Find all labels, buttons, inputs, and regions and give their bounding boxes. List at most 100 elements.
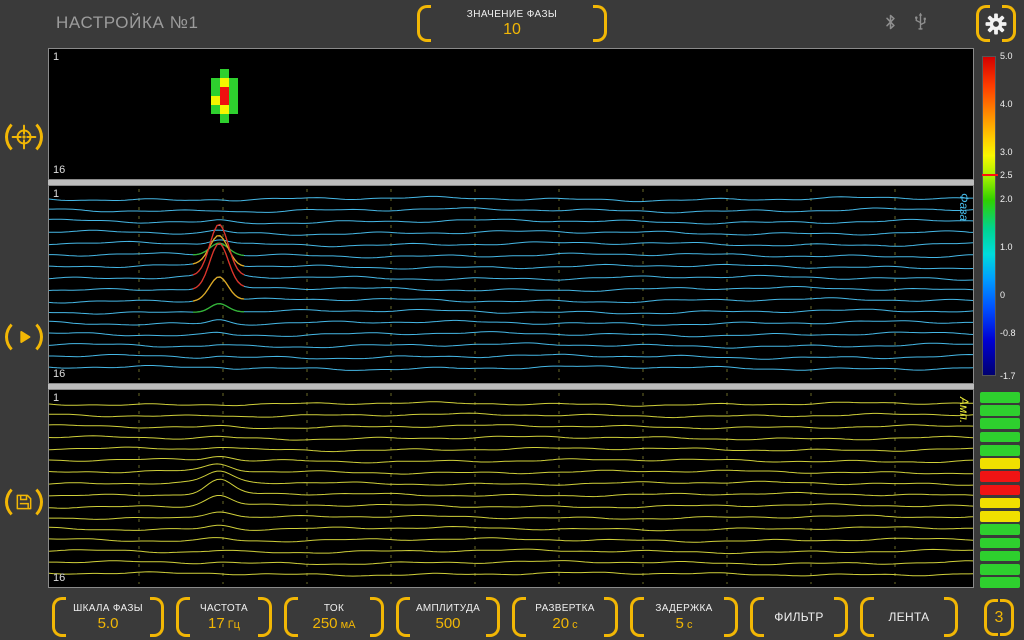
scale-tick-label: -0.8 xyxy=(1000,328,1016,338)
page-number: 3 xyxy=(995,609,1004,627)
bluetooth-icon xyxy=(884,13,897,31)
waveform-trace xyxy=(49,236,973,269)
waveform-peak-highlight xyxy=(193,243,244,255)
amplitude-last-channel: 16 xyxy=(53,573,65,584)
left-toolbar xyxy=(0,46,48,594)
scale-tick-label: -1.7 xyxy=(1000,371,1016,381)
phase-value-label: ЗНАЧЕНИЕ ФАЗЫ xyxy=(467,9,557,20)
scale-tick-label: 5.0 xyxy=(1000,51,1013,61)
heatmap-cell xyxy=(220,87,229,96)
waveform-trace xyxy=(49,413,973,418)
heatmap-first-channel: 1 xyxy=(53,52,59,63)
scale-tick-label: 4.0 xyxy=(1000,99,1013,109)
param-label: РАЗВЕРТКА xyxy=(535,603,594,614)
target-button[interactable] xyxy=(5,118,43,156)
heatmap-cell xyxy=(229,78,238,87)
param-button-frequency[interactable]: ЧАСТОТА17 Гц xyxy=(176,597,272,637)
page-number-button[interactable]: 3 xyxy=(984,599,1014,636)
waveform-trace xyxy=(49,512,973,519)
settings-button[interactable] xyxy=(976,5,1016,42)
color-scale-gradient xyxy=(982,56,996,376)
panels-area: 1 16 1 16 Фаза 1 16 Амп. xyxy=(48,48,974,588)
waveform-trace xyxy=(49,366,973,371)
param-button-current[interactable]: ТОК250 мА xyxy=(284,597,384,637)
phase-last-channel: 16 xyxy=(53,369,65,380)
param-label: ФИЛЬТР xyxy=(774,610,823,624)
scale-marker-line[interactable] xyxy=(982,174,998,176)
amplitude-waveforms xyxy=(49,390,973,587)
waveform-trace xyxy=(49,304,973,314)
param-label: ТОК xyxy=(324,603,344,614)
param-button-amplitude[interactable]: АМПЛИТУДА500 xyxy=(396,597,500,637)
heatmap-cell xyxy=(220,78,229,87)
channel-amplitude-bar xyxy=(980,511,1020,522)
param-button-filter[interactable]: ФИЛЬТР xyxy=(750,597,848,637)
amplitude-axis-label: Амп. xyxy=(957,397,971,423)
heatmap-cell xyxy=(211,87,220,96)
phase-panel[interactable]: 1 16 Фаза xyxy=(48,185,974,384)
waveform-trace xyxy=(49,538,973,543)
waveform-trace xyxy=(49,525,973,530)
play-button[interactable] xyxy=(5,318,43,356)
param-button-phase-scale[interactable]: ШКАЛА ФАЗЫ5.0 xyxy=(52,597,164,637)
waveform-trace xyxy=(49,243,973,258)
waveform-peak-highlight xyxy=(193,304,244,312)
phase-value: 10 xyxy=(503,21,521,39)
heatmap-cell xyxy=(211,78,220,87)
crosshair-icon xyxy=(11,124,37,150)
param-value: 20 с xyxy=(552,615,577,632)
phase-waveforms xyxy=(49,186,973,383)
param-value: 5 с xyxy=(676,615,693,632)
waveform-trace xyxy=(49,208,973,213)
param-label: ЧАСТОТА xyxy=(200,603,248,614)
waveform-trace xyxy=(49,464,973,474)
right-column: 5.04.03.02.52.01.00-0.8-1.7 xyxy=(978,48,1024,588)
phase-value-box[interactable]: ЗНАЧЕНИЕ ФАЗЫ 10 xyxy=(417,5,607,42)
heatmap-panel[interactable]: 1 16 xyxy=(48,48,974,180)
heatmap-cell xyxy=(229,105,238,114)
heatmap-cell xyxy=(211,105,220,114)
waveform-trace xyxy=(49,479,973,496)
channel-amplitude-bar xyxy=(980,577,1020,588)
color-scale: 5.04.03.02.52.01.00-0.8-1.7 xyxy=(980,48,1024,384)
page-title: НАСТРОЙКА №1 xyxy=(56,13,199,33)
waveform-trace xyxy=(49,549,973,554)
param-value: 500 xyxy=(435,615,460,632)
waveform-trace xyxy=(49,277,973,303)
waveform-trace xyxy=(49,572,973,576)
param-button-sweep[interactable]: РАЗВЕРТКА20 с xyxy=(512,597,618,637)
waveform-trace xyxy=(49,402,973,406)
amplitude-bars xyxy=(980,392,1020,588)
param-value: 5.0 xyxy=(98,615,119,632)
save-icon xyxy=(14,492,34,512)
amplitude-panel[interactable]: 1 16 Амп. xyxy=(48,389,974,588)
channel-amplitude-bar xyxy=(980,432,1020,443)
channel-amplitude-bar xyxy=(980,498,1020,509)
amplitude-first-channel: 1 xyxy=(53,393,59,404)
app-root: НАСТРОЙКА №1 ЗНАЧЕНИЕ ФАЗЫ 10 xyxy=(0,0,1024,640)
bottom-bar: ШКАЛА ФАЗЫ5.0 ЧАСТОТА17 Гц ТОК250 мА АМПЛИТ… xyxy=(0,594,1024,640)
heatmap-cell xyxy=(229,87,238,96)
param-label: ЛЕНТА xyxy=(889,610,930,624)
heatmap-cell xyxy=(220,96,229,105)
usb-icon xyxy=(913,12,928,31)
channel-amplitude-bar xyxy=(980,445,1020,456)
param-value: 17 Гц xyxy=(208,615,240,632)
waveform-trace xyxy=(49,196,973,201)
channel-amplitude-bar xyxy=(980,538,1020,549)
gear-icon xyxy=(984,12,1008,36)
phase-axis-label: Фаза xyxy=(957,193,971,221)
heatmap-cell xyxy=(229,96,238,105)
param-label: АМПЛИТУДА xyxy=(416,603,480,614)
save-button[interactable] xyxy=(5,483,43,521)
param-label: ЗАДЕРЖКА xyxy=(655,603,712,614)
header: НАСТРОЙКА №1 ЗНАЧЕНИЕ ФАЗЫ 10 xyxy=(0,0,1024,46)
param-label: ШКАЛА ФАЗЫ xyxy=(73,603,143,614)
waveform-trace xyxy=(49,425,973,429)
param-button-delay[interactable]: ЗАДЕРЖКА5 с xyxy=(630,597,738,637)
channel-amplitude-bar xyxy=(980,485,1020,496)
param-button-tape[interactable]: ЛЕНТА xyxy=(860,597,958,637)
channel-amplitude-bar xyxy=(980,471,1020,482)
channel-amplitude-bar xyxy=(980,551,1020,562)
channel-amplitude-bar xyxy=(980,458,1020,469)
